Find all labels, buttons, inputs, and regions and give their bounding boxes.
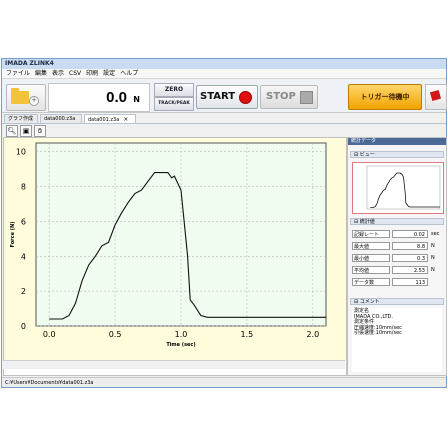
menu-view[interactable]: 表示 <box>52 69 64 78</box>
stop-button[interactable]: STOP <box>260 85 318 109</box>
magnifier-icon: 🔍︎ <box>7 127 17 135</box>
stats-label: 統計値 <box>359 219 375 225</box>
stat-label: 平均値 <box>352 266 390 274</box>
graph-panel: 0 2 4 6 8 10 0.0 0.5 1.0 1.5 2.0 Time (sec) Force (N… <box>3 137 347 376</box>
stats-panel-header: 統計データ <box>348 138 446 145</box>
menu-file[interactable]: ファイル <box>6 69 30 78</box>
stat-row: データ数 113 <box>352 278 442 287</box>
y-tick-label: 8 <box>21 183 26 192</box>
x-tick-label: 0.0 <box>43 330 56 339</box>
tab-label: data000.z3a <box>44 116 76 122</box>
toolbar: + 0.0 N ZERO TRACK/PEAK START STOP トリガー待… <box>2 80 447 113</box>
comment-section-header[interactable]: ⊟ コメント <box>350 298 444 305</box>
menu-csv[interactable]: CSV <box>69 69 81 78</box>
status-bar: C:¥Users¥Documents¥data001.z3a <box>2 377 446 387</box>
horizontal-scrollbar[interactable] <box>3 360 345 369</box>
stat-label: データ数 <box>352 278 390 286</box>
menu-print[interactable]: 印刷 <box>86 69 98 78</box>
window-title: IMADA ZLINK4 <box>2 59 446 69</box>
x-tick-label: 1.5 <box>241 330 254 339</box>
force-readout: 0.0 N <box>48 83 150 112</box>
stop-label: STOP <box>266 91 296 102</box>
x-tick-label: 2.0 <box>306 330 319 339</box>
y-tick-label: 6 <box>21 217 26 226</box>
force-unit: N <box>133 95 140 104</box>
tab-data000[interactable]: data000.z3a <box>40 114 82 123</box>
pan-button[interactable]: ✋︎ <box>34 125 46 137</box>
stat-value: 2.53 <box>392 266 428 274</box>
stat-unit: N <box>431 243 435 249</box>
stat-value: 0.02 <box>392 230 428 238</box>
start-button[interactable]: START <box>196 85 258 109</box>
y-tick-label: 4 <box>21 252 26 261</box>
graph-toolbar: 🔍︎ ▣ ✋︎ <box>2 124 446 137</box>
stat-label: 最小値 <box>352 254 390 262</box>
y-tick-label: 10 <box>16 148 26 157</box>
app-window: IMADA ZLINK4 ファイル 編集 表示 CSV 印刷 設定 ヘルプ + … <box>1 58 447 388</box>
stat-row: 記録レート 0.02 sec <box>352 230 442 239</box>
force-value: 0.0 <box>106 89 127 106</box>
stat-value: 0.3 <box>392 254 428 262</box>
open-folder-button[interactable]: + <box>6 84 46 111</box>
tab-data001[interactable]: data001.z3a × <box>84 114 136 123</box>
plus-icon: + <box>29 96 39 106</box>
stop-icon <box>300 91 313 104</box>
preview-label: ビュー <box>359 152 375 158</box>
tab-label: data001.z3a <box>88 117 120 123</box>
start-label: START <box>200 91 236 102</box>
comment-label: コメント <box>359 299 380 305</box>
preview-plot-area <box>366 165 441 210</box>
record-icon <box>239 91 252 104</box>
preview-chart <box>366 165 441 210</box>
folder-icon <box>11 88 29 104</box>
menu-edit[interactable]: 編集 <box>35 69 47 78</box>
close-icon[interactable]: × <box>123 116 128 123</box>
x-axis-label: Time (sec) <box>166 342 195 348</box>
trigger-standby-button[interactable]: トリガー待機中 <box>348 84 422 110</box>
y-axis-label: Force (N) <box>10 222 16 248</box>
y-tick-label: 0 <box>21 322 26 331</box>
stat-value: 113 <box>392 278 428 286</box>
zero-button[interactable]: ZERO <box>154 83 194 97</box>
force-chart: 0 2 4 6 8 10 0.0 0.5 1.0 1.5 2.0 Time (sec) Force (N… <box>4 138 346 360</box>
stat-row: 平均値 2.53 N <box>352 266 442 275</box>
file-path: C:¥Users¥Documents¥data001.z3a <box>5 380 94 386</box>
tab-label: グラフ作成 <box>8 116 34 122</box>
flag-icon <box>429 89 442 102</box>
menu-help[interactable]: ヘルプ <box>120 69 138 78</box>
flag-button[interactable] <box>425 84 447 110</box>
stat-value: 8.8 <box>392 242 428 250</box>
stat-unit: sec <box>431 231 440 237</box>
stats-section-header[interactable]: ⊟ 統計値 <box>350 218 444 225</box>
y-tick-label: 2 <box>21 287 26 296</box>
stat-unit: N <box>431 267 435 273</box>
track-peak-button[interactable]: TRACK/PEAK <box>154 97 194 111</box>
plot-area <box>35 142 327 327</box>
stat-unit: N <box>431 255 435 261</box>
stat-label: 最大値 <box>352 242 390 250</box>
fit-icon: ▣ <box>22 127 30 135</box>
tab-graph-create[interactable]: グラフ作成 <box>4 114 38 123</box>
stat-row: 最小値 0.3 N <box>352 254 442 263</box>
preview-section-header[interactable]: ⊟ ビュー <box>350 151 444 158</box>
stats-panel: 統計データ ⊟ ビュー ⊟ 統計値 記録レート 0.02 sec 最大値 8.8 N 最小値… <box>347 137 447 376</box>
menu-bar: ファイル 編集 表示 CSV 印刷 設定 ヘルプ <box>2 69 446 79</box>
tab-bar: グラフ作成 data000.z3a data001.z3a × <box>2 113 446 124</box>
zoom-button[interactable]: 🔍︎ <box>6 125 18 137</box>
stat-label: 記録レート <box>352 230 390 238</box>
x-tick-label: 1.0 <box>175 330 188 339</box>
stat-row: 最大値 8.8 N <box>352 242 442 251</box>
comment-text[interactable]: 測定名 IMADA CO.,LTD. 測定条件 圧縮速度:10mm/sec 引張… <box>352 308 442 372</box>
preview-thumbnail <box>352 162 444 214</box>
hand-icon: ✋︎ <box>38 127 42 135</box>
menu-settings[interactable]: 設定 <box>103 69 115 78</box>
x-tick-label: 0.5 <box>109 330 122 339</box>
fit-button[interactable]: ▣ <box>20 125 32 137</box>
